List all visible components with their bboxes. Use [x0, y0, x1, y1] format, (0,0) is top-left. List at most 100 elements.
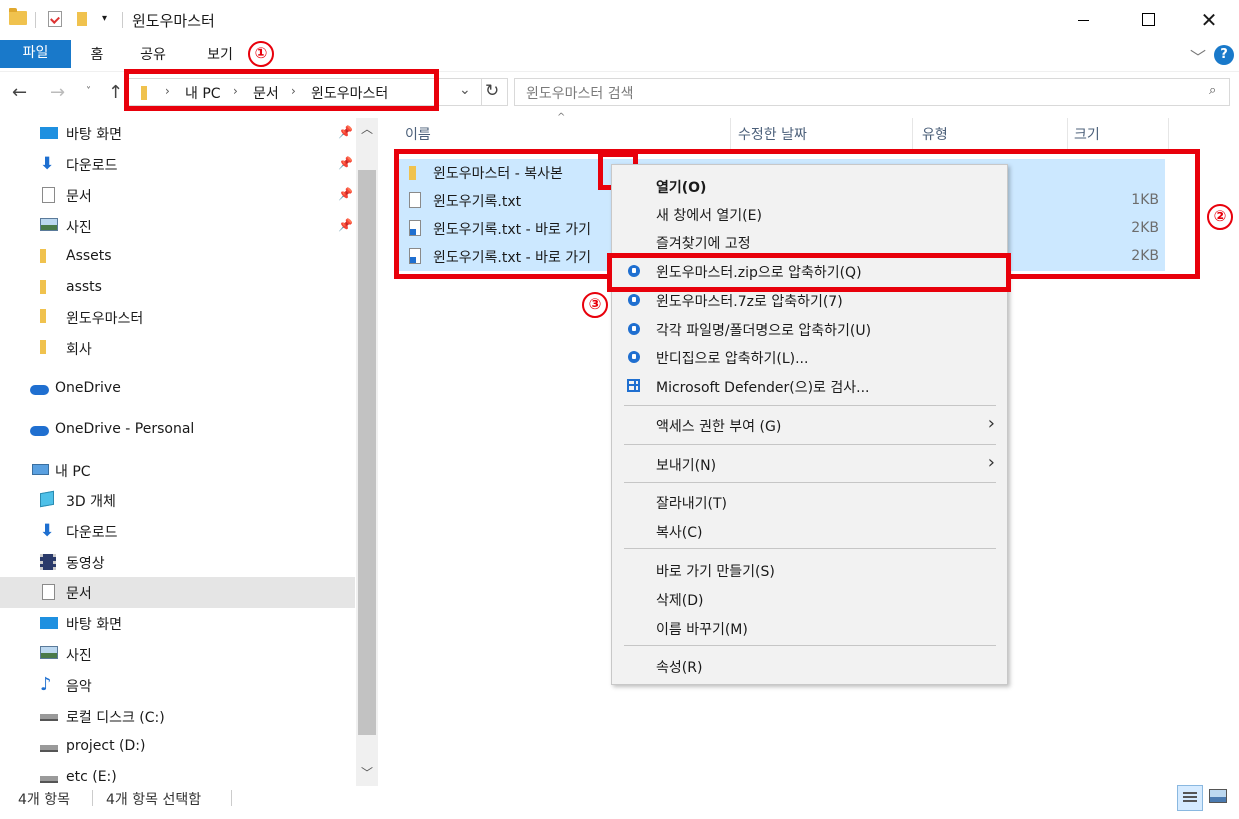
tab-home[interactable]: 홈	[77, 40, 117, 70]
menu-item-give-access[interactable]: 액세스 권한 부여 (G) ›	[612, 411, 1007, 439]
nav-item-downloads-pinned[interactable]: ⬇ 다운로드 📌	[0, 149, 355, 180]
address-dropdown-icon[interactable]: ⌄	[459, 82, 471, 98]
close-button[interactable]: ✕	[1186, 0, 1232, 40]
pin-icon: 📌	[338, 156, 353, 170]
status-selected-count: 4개 항목 선택함	[106, 792, 202, 808]
annotation-box-address	[124, 69, 439, 111]
ribbon-tabs: 파일 홈 공유 보기 ① ﹀ ?	[0, 40, 1239, 72]
bandizip-icon	[628, 323, 640, 335]
nav-item-videos[interactable]: 동영상	[0, 547, 355, 578]
properties-icon[interactable]	[48, 11, 62, 27]
pc-icon	[32, 462, 50, 478]
defender-icon	[627, 379, 640, 392]
nav-item-pictures[interactable]: 사진	[0, 639, 355, 670]
menu-item-rename[interactable]: 이름 바꾸기(M)	[612, 614, 1007, 642]
nav-item-assts[interactable]: assts	[0, 273, 355, 304]
search-box[interactable]: 윈도우마스터 검색 ⌕	[514, 78, 1230, 106]
forward-arrow-icon[interactable]: →	[50, 82, 65, 103]
column-divider[interactable]	[730, 118, 731, 150]
nav-item-windowmaster[interactable]: 윈도우마스터	[0, 302, 355, 333]
nav-item-onedrive-personal[interactable]: OneDrive - Personal	[0, 415, 355, 446]
recent-dropdown-icon[interactable]: ˅	[86, 86, 91, 97]
back-arrow-icon[interactable]: ←	[12, 82, 27, 103]
menu-item-bandizip-compress[interactable]: 반디집으로 압축하기(L)...	[612, 343, 1007, 371]
nav-item-drive-e[interactable]: etc (E:)	[0, 763, 355, 786]
scroll-thumb[interactable]	[358, 170, 376, 735]
column-divider[interactable]	[912, 118, 913, 150]
pin-icon: 📌	[338, 125, 353, 139]
music-icon: ♪	[40, 674, 52, 695]
new-folder-icon[interactable]	[77, 12, 87, 26]
nav-item-onedrive[interactable]: OneDrive	[0, 374, 355, 405]
nav-item-company[interactable]: 회사	[0, 333, 355, 364]
column-header-type[interactable]: 유형	[922, 124, 948, 144]
menu-item-open-new-window[interactable]: 새 창에서 열기(E)	[612, 200, 1007, 228]
details-view-icon[interactable]	[1177, 785, 1203, 811]
menu-item-properties[interactable]: 속성(R)	[612, 652, 1007, 680]
help-icon[interactable]: ?	[1214, 45, 1234, 65]
column-header-size[interactable]: 크기	[1074, 124, 1100, 144]
annotation-box-zip	[607, 253, 1011, 292]
document-icon	[40, 187, 58, 203]
bandizip-icon	[628, 351, 640, 363]
menu-item-compress-each[interactable]: 각각 파일명/폴더명으로 압축하기(U)	[612, 315, 1007, 343]
nav-item-desktop[interactable]: 바탕 화면	[0, 608, 355, 639]
drive-icon	[40, 708, 58, 724]
cloud-icon	[30, 422, 49, 438]
pin-icon: 📌	[338, 187, 353, 201]
maximize-button[interactable]	[1126, 0, 1172, 40]
address-row: ← → ˅ ↑ › 내 PC › 문서 › 윈도우마스터 ⌄ ↻ 윈도우마스터 …	[0, 69, 1239, 118]
scroll-down-icon[interactable]: ﹀	[361, 764, 373, 781]
column-header-name[interactable]: 이름	[405, 124, 431, 144]
menu-separator	[624, 405, 996, 406]
annotation-marker-1: ①	[248, 41, 274, 67]
window-title: 윈도우마스터	[132, 12, 215, 30]
nav-item-drive-d[interactable]: project (D:)	[0, 732, 355, 763]
qat-dropdown-icon[interactable]: ▾	[102, 13, 107, 24]
annotation-marker-3: ③	[582, 292, 608, 318]
nav-item-documents-pinned[interactable]: 문서 📌	[0, 180, 355, 211]
picture-icon	[40, 646, 58, 662]
menu-item-defender-scan[interactable]: Microsoft Defender(으)로 검사...	[612, 372, 1007, 400]
scroll-up-icon[interactable]: ︿	[361, 120, 373, 137]
tab-file[interactable]: 파일	[0, 40, 71, 68]
nav-item-3d-objects[interactable]: 3D 개체	[0, 485, 355, 516]
nav-item-desktop-pinned[interactable]: 바탕 화면 📌	[0, 118, 355, 149]
nav-item-music[interactable]: ♪ 음악	[0, 670, 355, 701]
menu-item-send-to[interactable]: 보내기(N) ›	[612, 450, 1007, 478]
column-header-modified[interactable]: 수정한 날짜	[738, 124, 807, 144]
tab-share[interactable]: 공유	[133, 40, 173, 70]
search-icon[interactable]: ⌕	[1209, 83, 1216, 98]
nav-item-drive-c[interactable]: 로컬 디스크 (C:)	[0, 701, 355, 732]
context-menu: 열기(O) 새 창에서 열기(E) 즐겨찾기에 고정 윈도우마스터.zip으로 …	[611, 164, 1008, 685]
status-bar: 4개 항목 4개 항목 선택함	[0, 785, 1239, 819]
minimize-button[interactable]	[1060, 0, 1106, 40]
menu-separator	[624, 645, 996, 646]
nav-item-pictures-pinned[interactable]: 사진 📌	[0, 211, 355, 242]
nav-item-this-pc[interactable]: 내 PC	[0, 455, 355, 486]
refresh-icon[interactable]: ↻	[485, 81, 499, 101]
nav-item-downloads[interactable]: ⬇ 다운로드	[0, 516, 355, 547]
large-icons-view-icon[interactable]	[1209, 789, 1227, 803]
nav-item-assets[interactable]: Assets	[0, 242, 355, 273]
column-divider[interactable]	[1067, 118, 1068, 150]
menu-separator	[624, 482, 996, 483]
menu-item-cut[interactable]: 잘라내기(T)	[612, 488, 1007, 516]
menu-item-pin-quick-access[interactable]: 즐겨찾기에 고정	[612, 228, 1007, 256]
menu-item-copy[interactable]: 복사(C)	[612, 517, 1007, 545]
column-divider[interactable]	[1168, 118, 1169, 150]
download-icon: ⬇	[40, 154, 55, 174]
nav-item-documents[interactable]: 문서	[0, 577, 355, 608]
chevron-down-icon[interactable]: ﹀	[1190, 44, 1206, 68]
menu-item-open[interactable]: 열기(O)	[612, 172, 1007, 200]
menu-item-create-shortcut[interactable]: 바로 가기 만들기(S)	[612, 556, 1007, 584]
chevron-right-icon: ›	[987, 452, 995, 473]
nav-scrollbar[interactable]: ︿ ﹀	[356, 118, 378, 786]
cloud-icon	[30, 381, 49, 397]
search-input[interactable]: 윈도우마스터 검색	[526, 83, 634, 103]
document-icon	[40, 584, 58, 600]
up-arrow-icon[interactable]: ↑	[108, 82, 123, 103]
tab-view[interactable]: 보기	[200, 40, 240, 70]
folder-icon	[40, 249, 58, 265]
menu-item-delete[interactable]: 삭제(D)	[612, 585, 1007, 613]
